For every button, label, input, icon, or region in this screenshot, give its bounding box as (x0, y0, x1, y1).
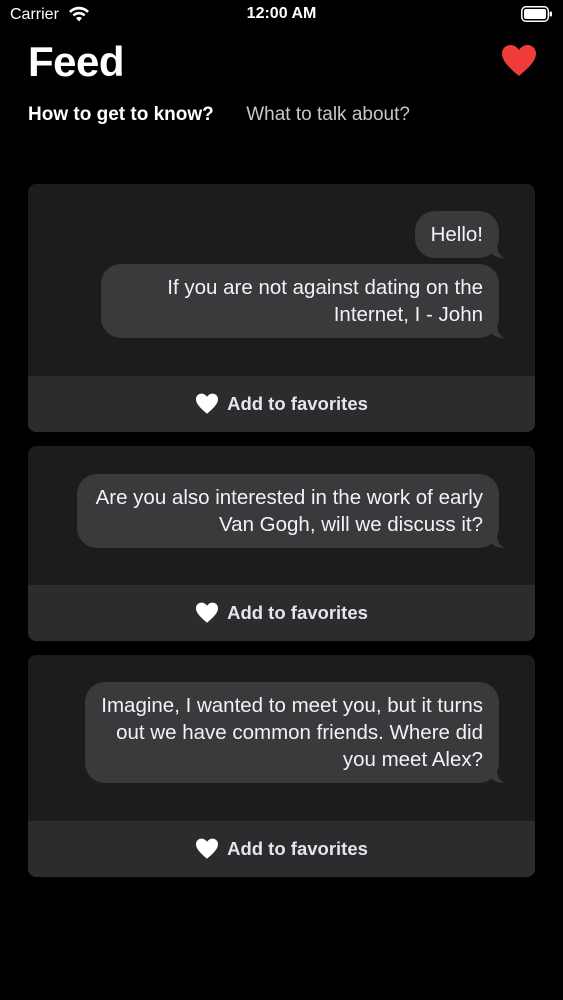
add-to-favorites-button[interactable]: Add to favorites (28, 585, 535, 641)
category-tabs: How to get to know? What to talk about? (28, 104, 438, 130)
add-to-favorites-label: Add to favorites (227, 602, 368, 623)
heart-icon (196, 393, 219, 414)
heart-icon (196, 602, 219, 623)
message-text: Are you also interested in the work of e… (95, 486, 483, 536)
page-title: Feed (28, 38, 125, 85)
heart-icon[interactable] (501, 44, 537, 78)
message-bubble: Are you also interested in the work of e… (77, 474, 505, 548)
tab-what-to-talk-about[interactable]: What to talk about? (246, 104, 410, 126)
heart-icon (196, 838, 219, 859)
bubble-tail (491, 244, 505, 258)
add-to-favorites-label: Add to favorites (227, 393, 368, 414)
bubble-tail (491, 324, 505, 338)
battery-icon (521, 6, 552, 22)
phrase-card: Imagine, I wanted to meet you, but it tu… (28, 655, 535, 877)
bubble-tail (491, 534, 505, 548)
phrase-card: Are you also interested in the work of e… (28, 446, 535, 641)
phrase-card: Hello! If you are not against dating on … (28, 184, 535, 432)
feed-screen: Carrier 12:00 AM Feed How to get to know… (0, 0, 563, 1000)
message-bubble: Hello! (414, 211, 505, 258)
add-to-favorites-label: Add to favorites (227, 838, 368, 859)
message-text: If you are not against dating on the Int… (167, 276, 483, 326)
tab-how-to-get-to-know[interactable]: How to get to know? (28, 104, 214, 126)
status-time: 12:00 AM (246, 5, 317, 22)
add-to-favorites-button[interactable]: Add to favorites (28, 376, 535, 432)
message-text: Hello! (430, 223, 483, 246)
bubble-tail (491, 769, 505, 783)
add-to-favorites-button[interactable]: Add to favorites (28, 821, 535, 877)
message-text: Imagine, I wanted to meet you, but it tu… (101, 694, 483, 771)
status-bar: Carrier 12:00 AM (0, 0, 563, 30)
message-bubble: Imagine, I wanted to meet you, but it tu… (85, 682, 505, 783)
message-bubble: If you are not against dating on the Int… (101, 264, 505, 338)
